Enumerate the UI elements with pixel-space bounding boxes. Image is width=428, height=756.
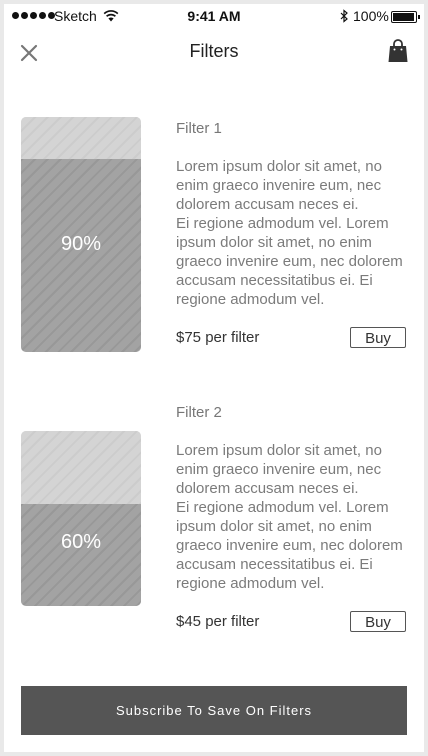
filter-description-line: Ei regione admodum vel. Lorem ipsum dolo… <box>176 499 403 592</box>
filter-description: Lorem ipsum dolor sit amet, no enim grae… <box>176 441 412 593</box>
filters-screen: Sketch 9:41 AM 100% Filters 90% Filter 1 <box>4 4 424 752</box>
filter-card: 60% Filter 2 Lorem ipsum dolor sit amet,… <box>4 4 424 664</box>
subscribe-button[interactable]: Subscribe To Save On Filters <box>21 686 407 735</box>
filter-level-fill <box>21 504 141 606</box>
buy-button[interactable]: Buy <box>350 611 406 632</box>
filter-level-indicator: 60% <box>21 431 141 606</box>
filter-description-line: Lorem ipsum dolor sit amet, no enim grae… <box>176 442 382 497</box>
filter-price: $45 per filter <box>176 613 260 630</box>
filter-level-empty <box>21 431 141 504</box>
filter-level-label: 60% <box>60 531 102 553</box>
filter-name: Filter 2 <box>176 404 222 421</box>
